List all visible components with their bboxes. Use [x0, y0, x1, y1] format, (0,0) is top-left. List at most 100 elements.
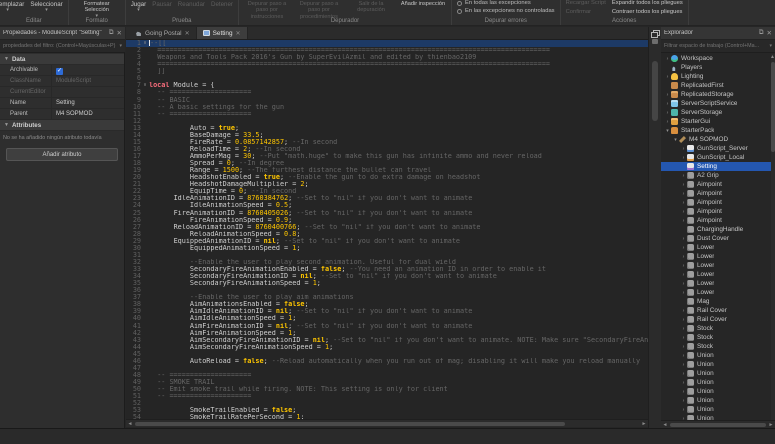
explorer-item-aimpoint[interactable]: ›Aimpoint	[661, 189, 771, 198]
chevron-right-icon[interactable]: ›	[680, 389, 687, 395]
fold-chevron-icon[interactable]: ∨	[141, 82, 149, 89]
script-editor[interactable]: 1∨--[[2 ================================…	[126, 40, 648, 419]
add-attribute-button[interactable]: Añadir atributo	[6, 148, 118, 161]
property-value[interactable]	[52, 87, 124, 97]
chevron-right-icon[interactable]: ›	[664, 101, 671, 107]
chevron-right-icon[interactable]: ›	[664, 110, 671, 116]
code-line-23[interactable]: 23 IdleAnimationID = 8760384762; --Set t…	[126, 195, 648, 202]
close-icon[interactable]: ✕	[117, 29, 122, 37]
code-line-15[interactable]: 15 FireRate = 0.0857142857; --In second	[126, 139, 648, 146]
code-line-10[interactable]: 10 -- A basic settings for the gun	[126, 104, 648, 111]
chevron-right-icon[interactable]: ›	[680, 326, 687, 332]
chevron-right-icon[interactable]: ›	[680, 281, 687, 287]
explorer-item-gunscript-server[interactable]: ›GunScript_Server	[661, 144, 771, 153]
code-line-40[interactable]: 40 AimIdleAnimationSpeed = 1;	[126, 315, 648, 322]
code-line-19[interactable]: 19 Range = 1500; --The furthest distance…	[126, 167, 648, 174]
chevron-right-icon[interactable]: ›	[680, 182, 687, 188]
chevron-right-icon[interactable]: ›	[680, 245, 687, 251]
chevron-right-icon[interactable]: ›	[680, 263, 687, 269]
explorer-item-aimpoint[interactable]: ›Aimpoint	[661, 198, 771, 207]
code-line-53[interactable]: 53 SmokeTrailEnabled = false;	[126, 407, 648, 414]
code-line-17[interactable]: 17 AmmoPerMag = 30; --Put "math.huge" to…	[126, 153, 648, 160]
explorer-item-charginghandle[interactable]: ChargingHandle	[661, 225, 771, 234]
code-line-45[interactable]: 45	[126, 351, 648, 358]
code-line-33[interactable]: 33 SecondaryFireAnimationEnabled = false…	[126, 266, 648, 273]
explorer-item-m4-sopmod[interactable]: ▾M4 SOPMOD	[661, 135, 771, 144]
chevron-down-icon[interactable]: ▾	[664, 128, 671, 134]
chevron-right-icon[interactable]: ›	[680, 155, 687, 161]
code-line-5[interactable]: 5 ]]	[126, 68, 648, 75]
ribbon-button-contraer-todos-los-pliegues[interactable]: Contraer todos los pliegues	[612, 9, 683, 16]
code-line-48[interactable]: 48 -- ====================	[126, 372, 648, 379]
chevron-right-icon[interactable]: ›	[680, 344, 687, 350]
chevron-right-icon[interactable]: ›	[680, 308, 687, 314]
chevron-right-icon[interactable]: ›	[680, 398, 687, 404]
explorer-item-lower[interactable]: ›Lower	[661, 243, 771, 252]
fold-chevron-icon[interactable]: ∨	[141, 40, 149, 47]
close-icon[interactable]: ✕	[767, 29, 772, 37]
explorer-hscroll-thumb[interactable]	[670, 423, 766, 427]
code-line-49[interactable]: 49 -- SMOKE TRAIL	[126, 379, 648, 386]
chevron-right-icon[interactable]: ›	[664, 56, 671, 62]
editor-horizontal-scrollbar[interactable]: ◄ ►	[126, 419, 648, 427]
properties-filter[interactable]: propiedades del filtro: (Control+Mayúscu…	[0, 40, 125, 53]
explorer-item-replicatedfirst[interactable]: ReplicatedFirst	[661, 81, 771, 90]
chevron-right-icon[interactable]: ›	[680, 236, 687, 242]
property-value[interactable]: Setting	[52, 98, 124, 108]
chevron-right-icon[interactable]: ›	[680, 200, 687, 206]
code-line-38[interactable]: 38 AimAnimationsEnabled = false;	[126, 301, 648, 308]
explorer-item-gunscript-local[interactable]: ›GunScript_Local	[661, 153, 771, 162]
editor-hscroll-thumb[interactable]	[135, 422, 565, 426]
explorer-item-serverscriptservice[interactable]: ›ServerScriptService	[661, 99, 771, 108]
code-line-14[interactable]: 14 BaseDamage = 33.5;	[126, 132, 648, 139]
code-line-4[interactable]: 4 ======================================…	[126, 61, 648, 68]
explorer-item-lower[interactable]: ›Lower	[661, 252, 771, 261]
code-line-32[interactable]: 32 --Enable the user to play second anim…	[126, 259, 648, 266]
code-line-51[interactable]: 51 -- ====================	[126, 393, 648, 400]
explorer-item-aimpoint[interactable]: ›Aimpoint	[661, 180, 771, 189]
ribbon-button-formatear-selecci-n[interactable]: Formatear Selección▾	[74, 0, 120, 18]
chevron-right-icon[interactable]: ›	[680, 254, 687, 260]
ribbon-radio-en-las-excepciones-no-controladas[interactable]: En las excepciones no controladas	[457, 8, 555, 14]
chevron-right-icon[interactable]: ›	[680, 380, 687, 386]
chevron-right-icon[interactable]: ›	[680, 353, 687, 359]
scroll-left-icon[interactable]: ◄	[126, 420, 134, 428]
code-line-25[interactable]: 25 FireAnimationID = 8760405026; --Set t…	[126, 210, 648, 217]
code-line-21[interactable]: 21 HeadshotDamageMultiplier = 2;	[126, 181, 648, 188]
explorer-item-a2-grip[interactable]: ›A2 Grip	[661, 171, 771, 180]
explorer-item-stock[interactable]: ›Stock	[661, 324, 771, 333]
explorer-vertical-scrollbar[interactable]: ▲	[771, 54, 775, 420]
code-line-6[interactable]: 6	[126, 75, 648, 82]
code-line-41[interactable]: 41 AimFireAnimationID = nil; --Set to "n…	[126, 323, 648, 330]
code-line-26[interactable]: 26 FireAnimationSpeed = 0.9;	[126, 217, 648, 224]
explorer-item-union[interactable]: ›Union	[661, 387, 771, 396]
tab-setting[interactable]: Setting✕	[197, 27, 248, 39]
scroll-right-icon[interactable]: ►	[640, 420, 648, 428]
explorer-item-dust-cover[interactable]: ›Dust Cover	[661, 234, 771, 243]
chevron-right-icon[interactable]: ›	[680, 272, 687, 278]
code-line-22[interactable]: 22 EquipTime = 0; --In second	[126, 188, 648, 195]
code-line-8[interactable]: 8 -- ====================	[126, 89, 648, 96]
chevron-right-icon[interactable]: ›	[680, 362, 687, 368]
scroll-up-icon[interactable]: ▲	[770, 54, 775, 60]
code-line-11[interactable]: 11 -- ====================	[126, 111, 648, 118]
ribbon-button-confirmar[interactable]: Confirmar	[566, 9, 591, 16]
chevron-right-icon[interactable]: ›	[680, 173, 687, 179]
code-line-46[interactable]: 46 AutoReload = false; --Reload automati…	[126, 358, 648, 365]
explorer-item-lower[interactable]: ›Lower	[661, 270, 771, 279]
popout-icon[interactable]: ⧉	[109, 29, 114, 37]
properties-section-data[interactable]: ▼Data	[0, 54, 124, 65]
code-line-39[interactable]: 39 AimIdleAnimationID = nil; --Set to "n…	[126, 308, 648, 315]
property-value[interactable]: M4 SOPMOD	[52, 109, 124, 119]
chevron-right-icon[interactable]: ›	[680, 218, 687, 224]
explorer-item-lower[interactable]: ›Lower	[661, 279, 771, 288]
code-line-12[interactable]: 12	[126, 118, 648, 125]
code-line-3[interactable]: 3 Weapons and Tools Pack 2016's Gun by S…	[126, 54, 648, 61]
explorer-item-stock[interactable]: ›Stock	[661, 333, 771, 342]
explorer-item-startergui[interactable]: ›StarterGui	[661, 117, 771, 126]
float-window-icon[interactable]	[651, 30, 659, 37]
code-line-18[interactable]: 18 Spread = 0; --In degree	[126, 160, 648, 167]
chevron-right-icon[interactable]: ›	[680, 317, 687, 323]
code-line-1[interactable]: 1∨--[[	[126, 40, 648, 47]
code-line-28[interactable]: 28 ReloadAnimationSpeed = 0.8;	[126, 231, 648, 238]
